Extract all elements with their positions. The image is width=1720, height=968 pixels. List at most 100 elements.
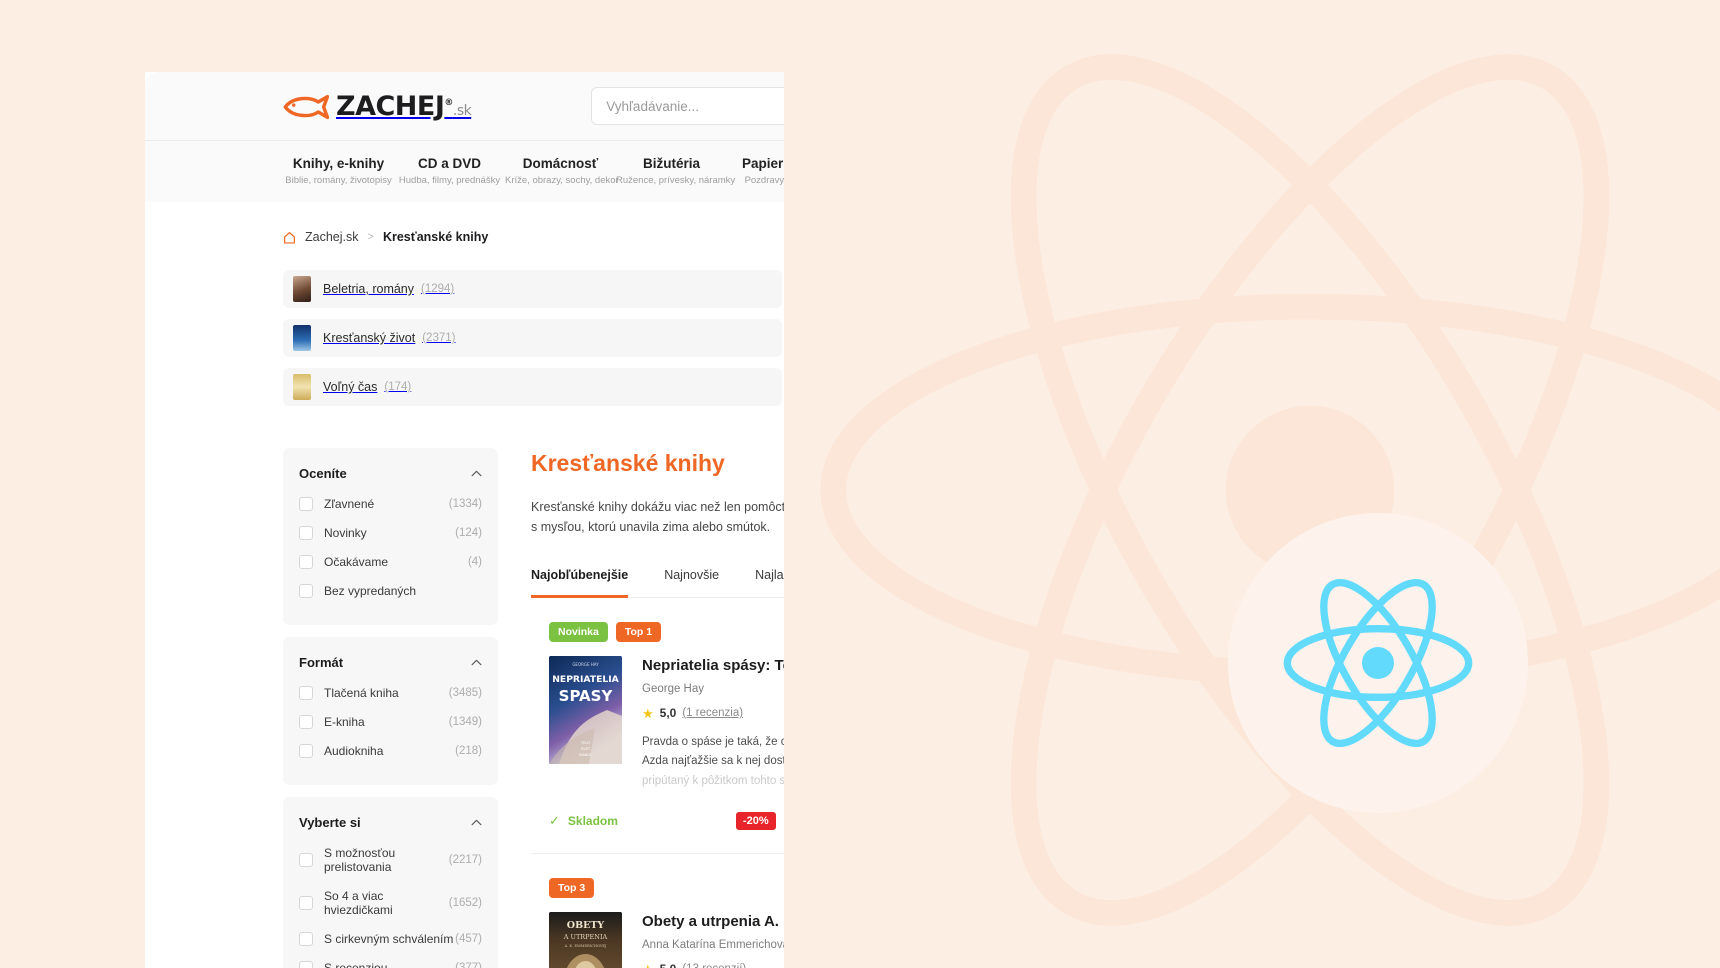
filter-panel-ocenite: Oceníte Zľavnené (1334) Novinky (124) Oč… — [283, 448, 498, 625]
product-author: George Hay — [642, 683, 705, 695]
star-icon: ★ — [642, 963, 654, 968]
browser-viewport: ZACHEJ®.sk Knihy, e-knihy Biblie, romány… — [145, 72, 784, 968]
filter-option-s-recenziou[interactable]: S recenziou (377) — [299, 961, 482, 968]
search-bar[interactable] — [591, 87, 784, 125]
review-count-link[interactable]: (1 recenzia) — [682, 707, 743, 719]
category-tile-volny-cas[interactable]: Voľný čas (174) — [283, 368, 782, 406]
filter-option-novinky[interactable]: Novinky (124) — [299, 526, 482, 540]
product-card[interactable]: Novinka Top 1 GEORGE HAY NEPRIATELIA SPA… — [531, 598, 784, 854]
filter-option-e-kniha[interactable]: E-kniha (1349) — [299, 715, 482, 729]
product-title[interactable]: Nepriatelia spásy: Telo, svet, diabol — [642, 656, 784, 676]
review-count-link[interactable]: (13 recenzií) — [682, 963, 746, 968]
category-tiles: Beletria, romány (1294) Biblia a štúdium… — [283, 270, 784, 406]
checkbox[interactable] — [299, 896, 313, 910]
nav-item-cd-dvd[interactable]: CD a DVD Hudba, filmy, prednášky — [394, 155, 505, 187]
tab-najnovsie[interactable]: Najnovšie — [664, 568, 719, 598]
logo-registered-mark: ® — [444, 97, 453, 108]
product-excerpt-line1: Pravda o spáse je taká, že cesta k nej n… — [642, 736, 784, 748]
tab-najlacnejsie[interactable]: Najlacnejšie — [755, 568, 784, 598]
nav-item-title: CD a DVD — [417, 155, 481, 171]
badge-top-rank: Top 3 — [549, 877, 595, 898]
book-cover-nepriatelia-spasy-icon[interactable]: GEORGE HAY NEPRIATELIA SPASY TELO SVET D… — [549, 655, 622, 764]
product-author: Anna Katarína Emmerichová — [642, 939, 784, 952]
svg-text:DIABOL: DIABOL — [579, 753, 593, 757]
filter-option-count: (1349) — [448, 716, 482, 728]
nav-item-domacnost[interactable]: Domácnosť Kríže, obrazy, sochy, dekor — [505, 156, 619, 187]
filter-option-prelistovanie[interactable]: S možnosťou prelistovania (2217) — [299, 846, 482, 874]
checkbox[interactable] — [299, 932, 313, 946]
filter-option-label: S recenziou — [324, 961, 388, 968]
checkbox[interactable] — [299, 526, 313, 540]
tab-najoblubenejsie[interactable]: Najobľúbenejšie — [531, 568, 629, 598]
checkbox[interactable] — [299, 497, 313, 511]
nav-item-papiernictvo[interactable]: Papiernictvo Pozdravy, záložky — [727, 155, 784, 187]
filter-option-cirkevne-schvalenie[interactable]: S cirkevným schválením (457) — [299, 932, 482, 946]
svg-text:OBETY: OBETY — [567, 920, 605, 931]
checkbox[interactable] — [299, 686, 313, 700]
svg-text:A UTRPENIA: A UTRPENIA — [563, 933, 608, 941]
product-card[interactable]: Top 3 OBETY A UTRPENIA A. K. EMMERICHOVE… — [531, 854, 784, 968]
svg-text:A. K. EMMERICHOVEJ: A. K. EMMERICHOVEJ — [563, 944, 607, 948]
filter-option-audiokniha[interactable]: Audiokniha (218) — [299, 744, 482, 758]
search-input[interactable] — [606, 98, 784, 114]
category-name: Beletria, romány — [323, 282, 415, 296]
category-tile-beletria[interactable]: Beletria, romány (1294) — [283, 270, 782, 308]
page-description: Kresťanské knihy dokážu viac než len pom… — [531, 500, 784, 535]
filter-option-zlavnene[interactable]: Zľavnené (1334) — [299, 497, 482, 511]
breadcrumb-home-link[interactable]: Zachej.sk — [305, 230, 359, 244]
zachej-page: ZACHEJ®.sk Knihy, e-knihy Biblie, romány… — [145, 72, 784, 968]
checkbox[interactable] — [299, 555, 313, 569]
filter-panel-title: Vyberte si — [299, 815, 361, 830]
react-atom-watermark-icon — [820, 54, 1720, 926]
filter-panel-title: Formát — [299, 655, 344, 670]
filter-option-label: Audiokniha — [324, 744, 384, 758]
checkbox[interactable] — [299, 715, 313, 729]
logo-tld: .sk — [452, 102, 472, 119]
filter-panel-header[interactable]: Vyberte si — [299, 815, 482, 830]
nav-item-subtitle: Hudba, filmy, prednášky — [398, 175, 501, 187]
filter-option-4-hviezdicky[interactable]: So 4 a viac hviezdičkami (1652) — [299, 889, 482, 917]
svg-text:SVET: SVET — [581, 747, 591, 751]
filter-option-tlacena-kniha[interactable]: Tlačená kniha (3485) — [299, 686, 482, 700]
checkbox[interactable] — [299, 744, 313, 758]
book-cover-obety-utrpenia-icon[interactable]: OBETY A UTRPENIA A. K. EMMERICHOVEJ — [549, 911, 622, 968]
nav-item-title: Papiernictvo — [741, 155, 784, 171]
chevron-up-icon[interactable] — [471, 819, 482, 826]
chevron-up-icon[interactable] — [471, 659, 482, 666]
product-title[interactable]: Obety a utrpenia A. K. Emmerichovej — [642, 912, 784, 932]
nav-item-subtitle: Biblie, romány, životopisy — [285, 175, 392, 187]
checkbox[interactable] — [299, 853, 313, 867]
svg-text:NEPRIATELIA: NEPRIATELIA — [552, 674, 619, 685]
product-body: GEORGE HAY NEPRIATELIA SPASY TELO SVET D… — [549, 655, 784, 791]
book-cover-zivot-icon — [293, 325, 311, 351]
category-count: (1294) — [421, 283, 455, 295]
nav-item-title: Bižutéria — [642, 155, 700, 171]
filter-panel-header[interactable]: Formát — [299, 655, 482, 670]
nav-item-knihy[interactable]: Knihy, e-knihy Biblie, romány, životopis… — [283, 156, 394, 187]
star-icon: ★ — [642, 705, 654, 721]
product-info: Obety a utrpenia A. K. Emmerichovej Anna… — [642, 912, 784, 968]
stock-label: Skladom — [567, 813, 618, 828]
filter-option-label: Novinky — [324, 526, 367, 540]
breadcrumb: Zachej.sk > Kresťanské knihy — [283, 202, 784, 244]
nav-item-bizuteria[interactable]: Bižutéria Ružence, prívesky, náramky — [616, 155, 735, 187]
content-columns: Oceníte Zľavnené (1334) Novinky (124) Oč… — [283, 448, 784, 968]
badge-novinka: Novinka — [549, 621, 608, 642]
checkbox[interactable] — [299, 584, 313, 598]
chevron-up-icon[interactable] — [471, 470, 482, 477]
logo-wordmark: ZACHEJ®.sk — [336, 93, 472, 120]
filter-option-ocakavame[interactable]: Očakávame (4) — [299, 555, 482, 569]
svg-text:TELO: TELO — [580, 741, 590, 745]
product-excerpt-line3: pripútaný k pôžitkom tohto sveta a — [642, 774, 784, 787]
filter-option-bez-vypredanych[interactable]: Bez vypredaných — [299, 584, 482, 598]
filter-panel-title: Oceníte — [299, 466, 347, 481]
filter-option-label: E-kniha — [324, 715, 365, 729]
site-logo[interactable]: ZACHEJ®.sk — [283, 93, 472, 120]
filter-option-count: (377) — [455, 962, 482, 968]
category-tile-krestansky-zivot[interactable]: Kresťanský život (2371) — [283, 319, 782, 357]
filter-option-label: Očakávame — [324, 555, 389, 569]
checkbox[interactable] — [299, 961, 313, 968]
filter-option-count: (4) — [467, 556, 482, 568]
filter-panel-header[interactable]: Oceníte — [299, 466, 482, 481]
rating-value: 5,0 — [660, 962, 677, 968]
